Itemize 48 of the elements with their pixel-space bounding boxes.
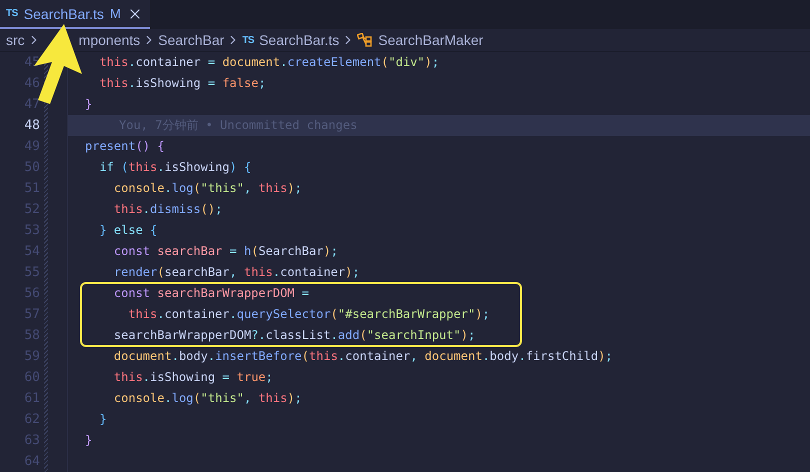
typescript-icon: TS <box>242 34 254 46</box>
line-number: 49 <box>23 138 40 156</box>
line-number: 64 <box>23 453 40 471</box>
line-number: 46 <box>23 75 40 93</box>
typescript-icon: TS <box>6 8 18 19</box>
code-line: console.log("this", this); <box>112 180 303 197</box>
breadcrumb-item[interactable]: SearchBarMaker <box>357 32 484 48</box>
line-number: 56 <box>23 285 40 303</box>
code-line: present() { <box>84 138 166 155</box>
line-number: 52 <box>23 201 40 219</box>
code-line: document.body.insertBefore(this.container, document.body.firstChild); <box>112 348 614 365</box>
code-line: const searchBarWrapperDOM = <box>112 285 310 302</box>
code-line: this.container = document.createElement("div"); <box>98 54 440 71</box>
code-line: searchBarWrapperDOM?.classList.add("searchInput"); <box>112 327 476 344</box>
code-line: } <box>84 96 94 113</box>
tab-title: SearchBar.ts <box>24 6 104 22</box>
line-number: 50 <box>23 159 40 177</box>
modified-indicator: M <box>110 6 121 21</box>
line-number: 55 <box>23 264 40 282</box>
code-line: this.container.querySelector("#searchBarWrapper"); <box>127 306 490 323</box>
breadcrumb-item[interactable]: mponents <box>78 32 140 48</box>
breadcrumb-item[interactable]: TS SearchBar.ts <box>242 32 340 48</box>
file-tab[interactable]: TS SearchBar.ts M <box>0 0 150 29</box>
code-line: if (this.isShowing) { <box>98 159 252 176</box>
code-line: const searchBar = h(SearchBar); <box>112 243 339 260</box>
line-number: 60 <box>23 369 40 387</box>
line-number: 48 <box>23 117 40 135</box>
line-number: 62 <box>23 411 40 429</box>
code-line: this.dismiss(); <box>112 201 224 218</box>
line-number: 59 <box>23 348 40 366</box>
code-line: } <box>98 411 108 428</box>
line-number: 51 <box>23 180 40 198</box>
code-line: } <box>84 432 94 449</box>
code-line: console.log("this", this); <box>112 390 303 407</box>
line-number: 53 <box>23 222 40 240</box>
line-number: 63 <box>23 432 40 450</box>
code-line: this.isShowing = true; <box>112 369 274 386</box>
breadcrumb-item[interactable]: src <box>6 32 25 48</box>
line-number: 61 <box>23 390 40 408</box>
breadcrumb-item[interactable]: SearchBar <box>158 32 224 48</box>
code-line: this.isShowing = false; <box>98 75 267 92</box>
line-number: 58 <box>23 327 40 345</box>
code-line: render(searchBar, this.container); <box>112 264 361 281</box>
code-line: } else { <box>98 222 158 239</box>
line-number: 54 <box>23 243 40 261</box>
line-number: 57 <box>23 306 40 324</box>
line-number: 47 <box>23 96 40 114</box>
class-icon <box>357 33 374 47</box>
